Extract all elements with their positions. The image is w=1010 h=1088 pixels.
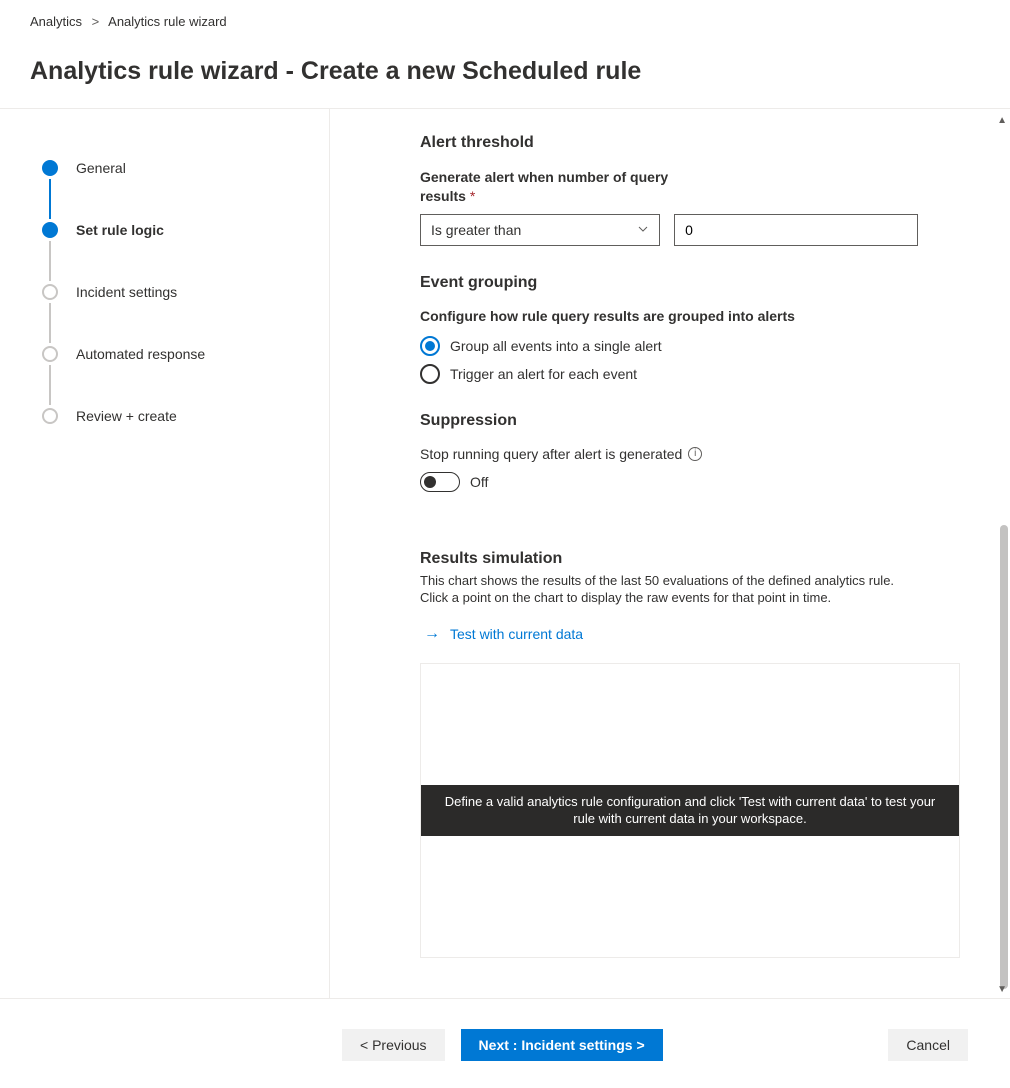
wizard-stepper: General Set rule logic Incident settings…	[42, 109, 330, 998]
results-simulation-section: Results simulation This chart shows the …	[420, 550, 918, 958]
content-area: General Set rule logic Incident settings…	[0, 108, 1010, 998]
operator-select[interactable]: Is greater than	[420, 214, 660, 246]
chevron-down-icon	[637, 222, 649, 238]
event-grouping-help: Configure how rule query results are gro…	[420, 308, 918, 324]
step-circle-filled-icon	[42, 222, 58, 238]
suppression-section: Suppression Stop running query after ale…	[420, 412, 918, 492]
step-label: Set rule logic	[76, 222, 164, 238]
radio-unchecked-icon	[420, 364, 440, 384]
main-panel: Alert threshold Generate alert when numb…	[330, 109, 968, 998]
breadcrumb-root[interactable]: Analytics	[30, 14, 82, 29]
section-title-results: Results simulation	[420, 550, 918, 568]
breadcrumb-separator-icon: >	[92, 14, 100, 29]
radio-group-all[interactable]: Group all events into a single alert	[420, 336, 918, 356]
wizard-footer: < Previous Next : Incident settings > Ca…	[0, 998, 1010, 1070]
step-label: Review + create	[76, 408, 177, 424]
step-label: Automated response	[76, 346, 205, 362]
section-title-event-grouping: Event grouping	[420, 274, 918, 292]
alert-threshold-label-text: Generate alert when number of query resu…	[420, 169, 668, 204]
breadcrumb-current: Analytics rule wizard	[108, 14, 227, 29]
required-asterisk: *	[470, 188, 475, 204]
step-circle-hollow-icon	[42, 408, 58, 424]
results-description: This chart shows the results of the last…	[420, 572, 918, 607]
cancel-button[interactable]: Cancel	[888, 1029, 968, 1061]
section-title-suppression: Suppression	[420, 412, 918, 430]
step-connector	[49, 303, 51, 343]
suppression-toggle[interactable]	[420, 472, 460, 492]
radio-label: Group all events into a single alert	[450, 338, 662, 354]
step-label: Incident settings	[76, 284, 177, 300]
page-title: Analytics rule wizard - Create a new Sch…	[0, 39, 1010, 108]
step-circle-hollow-icon	[42, 346, 58, 362]
step-connector	[49, 241, 51, 281]
test-with-current-data-link[interactable]: → Test with current data	[424, 625, 918, 643]
alert-threshold-section: Alert threshold Generate alert when numb…	[420, 134, 918, 246]
radio-checked-icon	[420, 336, 440, 356]
results-chart-placeholder: Define a valid analytics rule configurat…	[420, 663, 960, 958]
operator-select-value: Is greater than	[431, 222, 521, 238]
test-link-label: Test with current data	[450, 626, 583, 642]
step-set-rule-logic[interactable]: Set rule logic	[42, 219, 329, 241]
threshold-value-input[interactable]	[674, 214, 918, 246]
section-title-alert-threshold: Alert threshold	[420, 134, 918, 152]
info-icon[interactable]: i	[688, 447, 702, 461]
step-connector	[49, 179, 51, 219]
event-grouping-section: Event grouping Configure how rule query …	[420, 274, 918, 384]
step-review-create[interactable]: Review + create	[42, 405, 329, 427]
scroll-arrow-up-icon[interactable]: ▲	[997, 115, 1007, 126]
toggle-state-label: Off	[470, 474, 488, 490]
step-incident-settings[interactable]: Incident settings	[42, 281, 329, 303]
step-automated-response[interactable]: Automated response	[42, 343, 329, 365]
next-button[interactable]: Next : Incident settings >	[461, 1029, 663, 1061]
previous-button[interactable]: < Previous	[342, 1029, 445, 1061]
scroll-arrow-down-icon[interactable]: ▼	[997, 984, 1007, 995]
toggle-thumb-icon	[424, 476, 436, 488]
chart-banner-message: Define a valid analytics rule configurat…	[421, 785, 959, 836]
step-connector	[49, 365, 51, 405]
step-label: General	[76, 160, 126, 176]
step-circle-filled-icon	[42, 160, 58, 176]
alert-threshold-label: Generate alert when number of query resu…	[420, 168, 680, 206]
arrow-right-icon: →	[424, 625, 440, 643]
radio-label: Trigger an alert for each event	[450, 366, 637, 382]
suppression-label: Stop running query after alert is genera…	[420, 446, 682, 462]
scrollbar-thumb[interactable]	[1000, 525, 1008, 989]
step-circle-hollow-icon	[42, 284, 58, 300]
step-general[interactable]: General	[42, 157, 329, 179]
breadcrumb: Analytics > Analytics rule wizard	[0, 0, 1010, 39]
radio-trigger-each[interactable]: Trigger an alert for each event	[420, 364, 918, 384]
